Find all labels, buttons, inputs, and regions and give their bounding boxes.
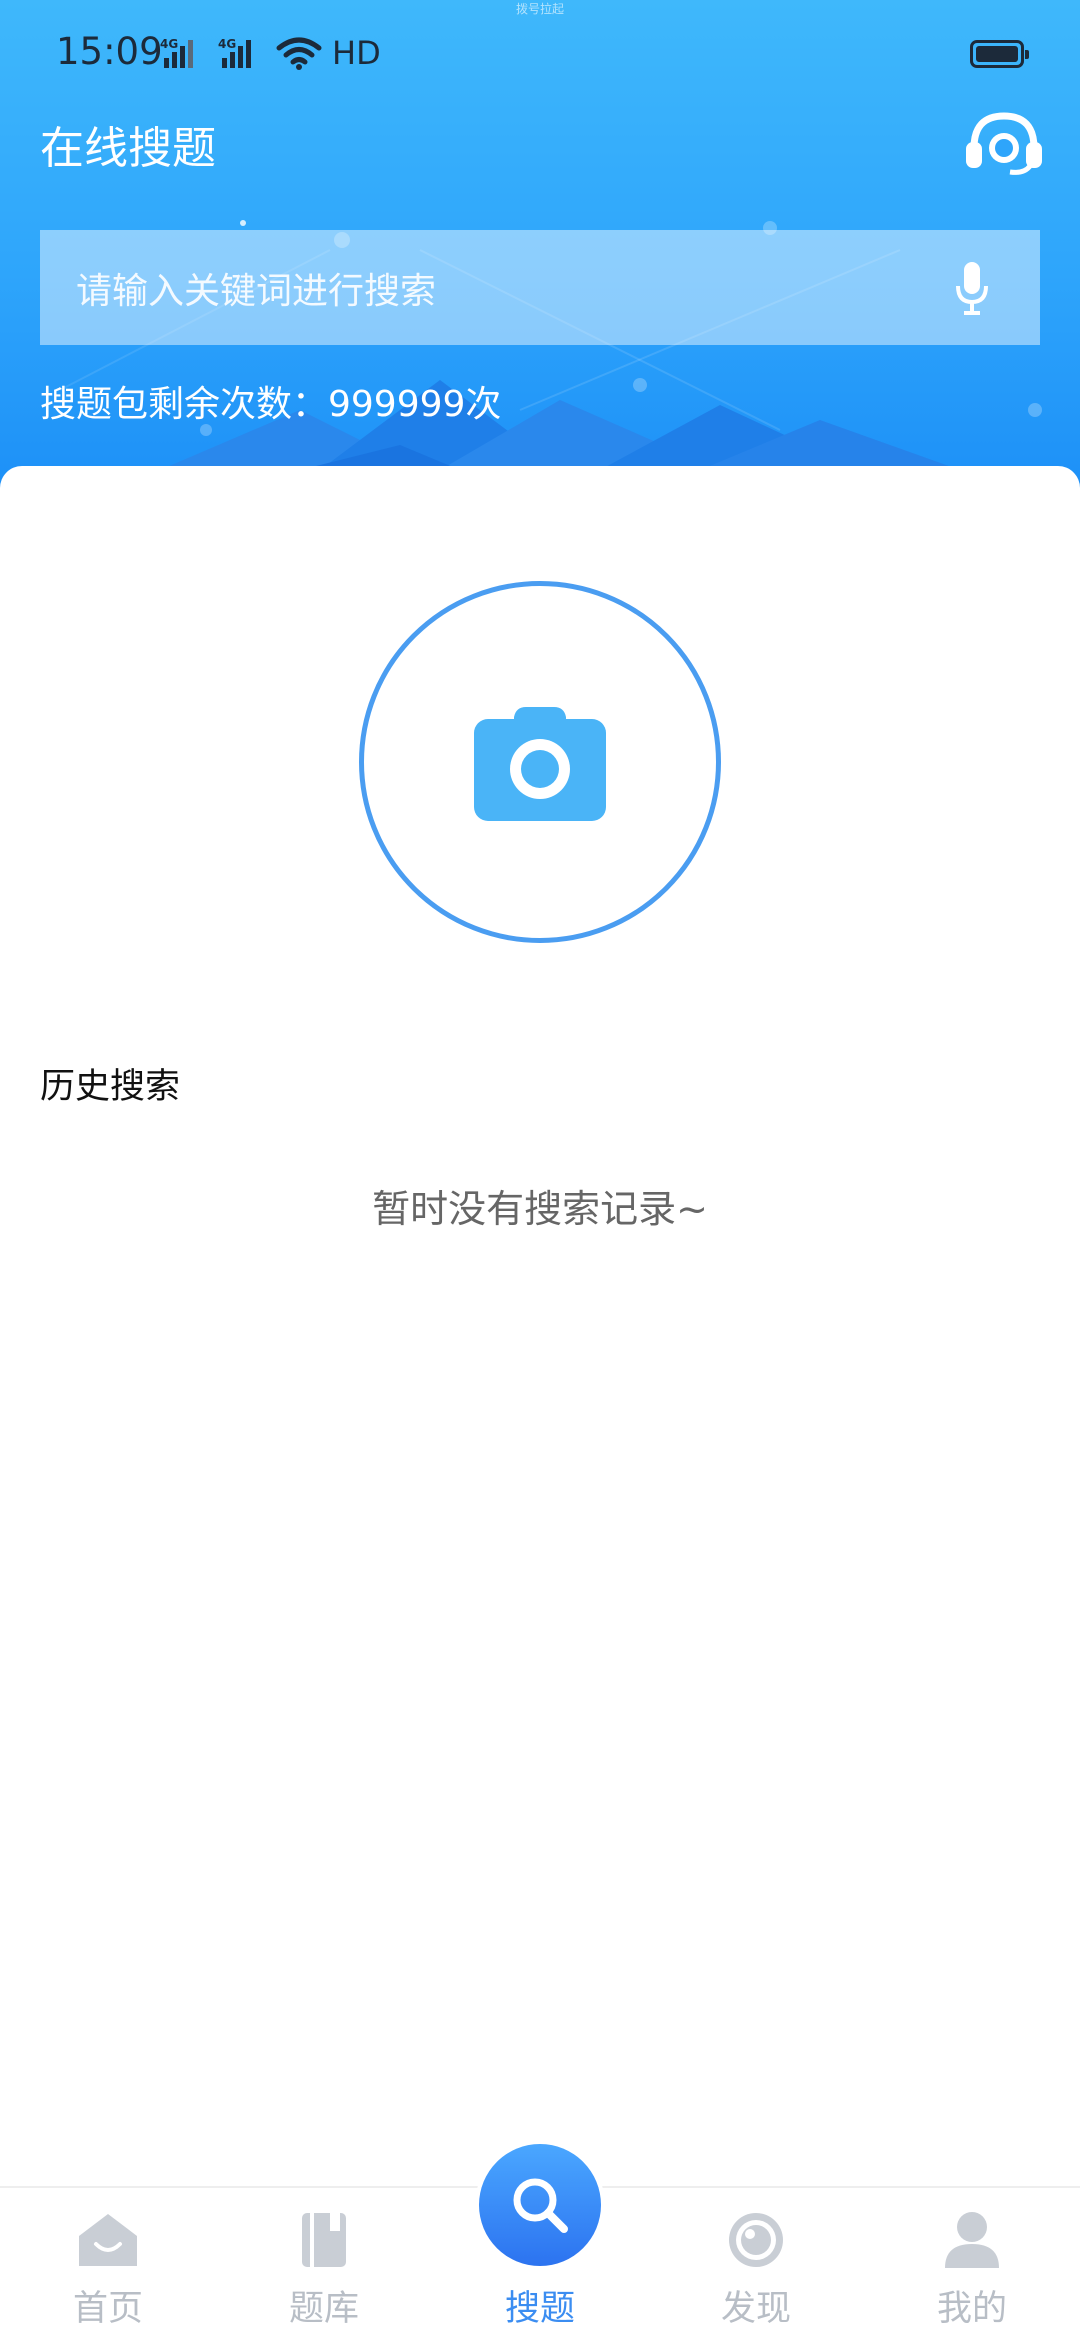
remaining-count: 搜题包剩余次数：999999次 — [40, 384, 502, 425]
voice-search-button[interactable] — [942, 253, 1002, 323]
book-icon — [292, 2208, 356, 2272]
camera-icon — [474, 707, 606, 821]
search-bar[interactable]: 请输入关键词进行搜索 — [40, 230, 1040, 345]
wifi-icon — [276, 37, 322, 70]
discover-icon — [724, 2208, 788, 2272]
tab-label: 首页 — [72, 2289, 143, 2329]
microphone-icon — [956, 261, 988, 315]
signal-4g-icon: 4G — [160, 37, 193, 68]
tab-search[interactable]: 搜题 — [432, 2140, 648, 2340]
home-icon — [76, 2208, 140, 2272]
tab-label: 搜题 — [504, 2289, 575, 2329]
headset-icon — [966, 112, 1042, 175]
search-question-screen: 拨号拉起 15:09 4G 4G HD 在线搜题 请输入关键词进行搜索 搜题包剩… — [0, 0, 1080, 2340]
bottom-tab-bar: 首页 题库 搜题 发现 我的 — [0, 2140, 1080, 2340]
svg-text:4G: 4G — [218, 37, 236, 51]
status-time: 15:09 — [56, 30, 163, 73]
hd-indicator: HD — [332, 34, 381, 72]
svg-text:4G: 4G — [160, 37, 178, 51]
camera-search-button[interactable] — [359, 581, 721, 943]
tab-discover[interactable]: 发现 — [648, 2188, 864, 2340]
tab-label: 发现 — [720, 2289, 791, 2329]
tab-label: 我的 — [936, 2289, 1007, 2329]
search-input[interactable]: 请输入关键词进行搜索 — [76, 262, 942, 314]
tab-profile[interactable]: 我的 — [864, 2188, 1080, 2340]
page-title: 在线搜题 — [40, 123, 216, 174]
tab-label: 题库 — [288, 2289, 359, 2329]
profile-icon — [940, 2208, 1004, 2272]
history-section-title: 历史搜索 — [40, 1067, 181, 1107]
tab-home[interactable]: 首页 — [0, 2188, 216, 2340]
status-icons: 4G 4G HD — [160, 34, 381, 72]
signal-4g-icon: 4G — [218, 37, 251, 68]
search-fab[interactable] — [475, 2140, 605, 2270]
history-empty-message: 暂时没有搜索记录~ — [372, 1187, 708, 1231]
tab-question-bank[interactable]: 题库 — [216, 2188, 432, 2340]
search-icon — [513, 2178, 568, 2233]
status-bar: 15:09 4G 4G HD — [0, 0, 1080, 105]
battery-icon — [970, 40, 1029, 68]
customer-service-button[interactable] — [964, 108, 1044, 178]
